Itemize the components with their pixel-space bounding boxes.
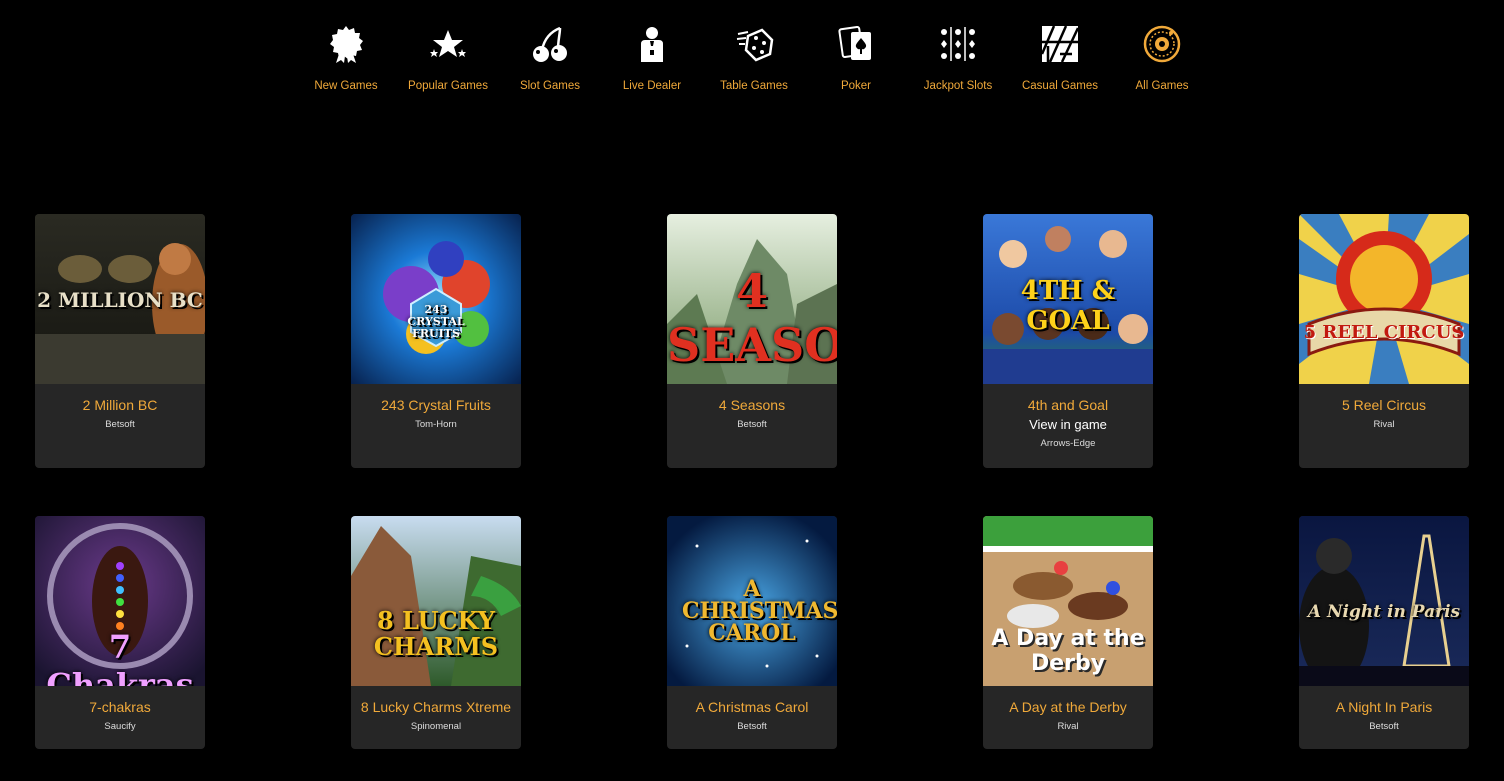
game-title[interactable]: 2 Million BC (35, 397, 205, 413)
game-provider: Rival (1057, 721, 1079, 732)
game-provider: Betsoft (737, 721, 767, 732)
dice-icon (732, 22, 776, 66)
thumbnail-logo: 8 LUCKY CHARMS (373, 606, 499, 661)
game-card[interactable]: A Night in Paris A Night In Paris Betsof… (1299, 516, 1469, 749)
game-card[interactable]: 7 Chakras 7-chakras Saucify (35, 516, 205, 749)
nav-label: Popular Games (408, 80, 488, 92)
game-thumbnail[interactable]: 8 LUCKY CHARMS (351, 516, 521, 686)
game-title[interactable]: A Day at the Derby (983, 699, 1153, 715)
game-provider: Betsoft (737, 419, 767, 430)
game-provider: Betsoft (105, 419, 135, 430)
game-title[interactable]: 5 Reel Circus (1299, 397, 1469, 413)
game-card[interactable]: A CHRISTMAS CAROL A Christmas Carol Bets… (667, 516, 837, 749)
nav-slot-games[interactable]: Slot Games (499, 22, 601, 92)
game-card[interactable]: 8 LUCKY CHARMS 8 Lucky Charms Xtreme Spi… (351, 516, 521, 749)
thumbnail-logo: 7 Chakras (46, 628, 194, 686)
thumbnail-logo: A CHRISTMAS CAROL (682, 576, 837, 646)
thumbnail-logo: 243 CRYSTAL FRUITS (407, 303, 465, 340)
game-title[interactable]: 4 Seasons (667, 397, 837, 413)
game-card[interactable]: 4TH & GOAL 4th and Goal View in game Arr… (983, 214, 1153, 468)
game-title[interactable]: 243 Crystal Fruits (351, 397, 521, 413)
game-grid: 2 MILLION BC 2 Million BC Betsoft 243 CR… (35, 214, 1469, 749)
game-card[interactable]: 4 SEASONS 4 Seasons Betsoft (667, 214, 837, 468)
nav-table-games[interactable]: Table Games (703, 22, 805, 92)
casual-icon (1038, 22, 1082, 66)
game-provider: Betsoft (1369, 721, 1399, 732)
thumbnail-logo: 4TH & GOAL (1020, 276, 1116, 336)
thumbnail-logo: A Night in Paris (1307, 602, 1461, 622)
stars-icon (426, 22, 470, 66)
nav-poker[interactable]: Poker (805, 22, 907, 92)
thumbnail-logo: 2 MILLION BC (37, 288, 203, 312)
game-title[interactable]: A Night In Paris (1299, 699, 1469, 715)
game-thumbnail[interactable]: 7 Chakras (35, 516, 205, 686)
nav-label: Live Dealer (622, 80, 682, 92)
jackpot-icon (936, 22, 980, 66)
game-thumbnail[interactable]: A Night in Paris (1299, 516, 1469, 686)
game-card[interactable]: A Day at the Derby A Day at the Derby Ri… (983, 516, 1153, 749)
nav-label: Jackpot Slots (923, 80, 993, 92)
game-thumbnail[interactable]: 4TH & GOAL (983, 214, 1153, 384)
nav-label: Slot Games (519, 80, 581, 92)
category-nav: New Games Popular Games Slot Games Live … (295, 22, 1213, 92)
game-provider: Spinomenal (410, 721, 462, 732)
game-thumbnail[interactable]: 243 CRYSTAL FRUITS (351, 214, 521, 384)
game-thumbnail[interactable]: A CHRISTMAS CAROL (667, 516, 837, 686)
nav-label: All Games (1135, 80, 1189, 92)
nav-casual-games[interactable]: Casual Games (1009, 22, 1111, 92)
game-thumbnail[interactable]: A Day at the Derby (983, 516, 1153, 686)
game-title[interactable]: 8 Lucky Charms Xtreme (351, 699, 521, 715)
game-provider: Rival (1373, 419, 1395, 430)
game-title[interactable]: 4th and Goal (983, 397, 1153, 413)
nav-all-games[interactable]: All Games (1111, 22, 1213, 92)
nav-live-dealer[interactable]: Live Dealer (601, 22, 703, 92)
game-card[interactable]: 2 MILLION BC 2 Million BC Betsoft (35, 214, 205, 468)
game-title[interactable]: 7-chakras (35, 699, 205, 715)
game-thumbnail[interactable]: 5 REEL CIRCUS (1299, 214, 1469, 384)
cherry-icon (528, 22, 572, 66)
game-card[interactable]: 5 REEL CIRCUS 5 Reel Circus Rival (1299, 214, 1469, 468)
thumbnail-logo: A Day at the Derby (991, 626, 1145, 676)
nav-jackpot-slots[interactable]: Jackpot Slots (907, 22, 1009, 92)
game-provider: Arrows-Edge (1040, 438, 1096, 449)
cards-icon (834, 22, 878, 66)
badge-icon (324, 22, 368, 66)
thumbnail-logo: 4 SEASONS (667, 264, 837, 372)
nav-label: Poker (840, 80, 872, 92)
dealer-icon (630, 22, 674, 66)
view-in-game-link[interactable]: View in game (983, 417, 1153, 432)
game-thumbnail[interactable]: 2 MILLION BC (35, 214, 205, 384)
game-card[interactable]: 243 CRYSTAL FRUITS 243 Crystal Fruits To… (351, 214, 521, 468)
roulette-icon (1140, 22, 1184, 66)
nav-label: Table Games (720, 80, 788, 92)
nav-label: New Games (314, 80, 378, 92)
nav-popular-games[interactable]: Popular Games (397, 22, 499, 92)
nav-label: Casual Games (1021, 80, 1099, 92)
game-provider: Tom-Horn (415, 419, 457, 430)
game-title[interactable]: A Christmas Carol (667, 699, 837, 715)
game-provider: Saucify (104, 721, 136, 732)
nav-new-games[interactable]: New Games (295, 22, 397, 92)
thumbnail-logo: 5 REEL CIRCUS (1303, 322, 1465, 343)
game-thumbnail[interactable]: 4 SEASONS (667, 214, 837, 384)
